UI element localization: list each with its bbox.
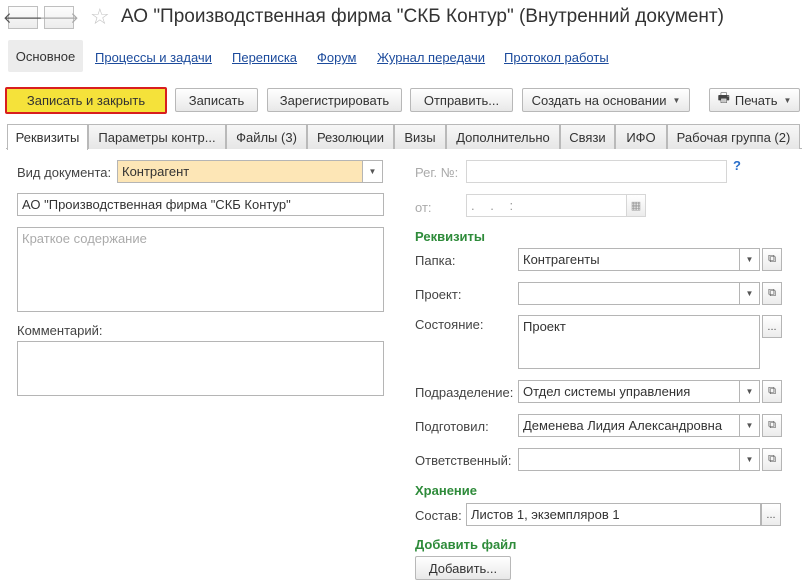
prepared-by-field[interactable]: Деменева Лидия Александровна (518, 414, 740, 437)
division-field[interactable]: Отдел системы управления (518, 380, 740, 403)
create-based-on-label: Создать на основании (531, 92, 667, 108)
tab-additional[interactable]: Дополнительно (446, 124, 560, 149)
composition-field[interactable]: Листов 1, экземпляров 1 (466, 503, 761, 526)
date-label: от: (415, 200, 432, 215)
create-based-on-button[interactable]: Создать на основании ▼ (522, 88, 690, 112)
state-field[interactable]: Проект (518, 315, 760, 369)
add-file-button[interactable]: Добавить... (415, 556, 511, 580)
star-icon[interactable]: ☆ (90, 4, 110, 30)
print-button[interactable]: 🖶 Печать ▼ (709, 88, 800, 112)
folder-dropdown[interactable]: ▼ (740, 248, 760, 271)
tab-ifo[interactable]: ИФО (615, 124, 667, 149)
tab-resolutions[interactable]: Резолюции (307, 124, 394, 149)
arrow-left-icon: 🡐 (2, 10, 44, 27)
save-and-close-button[interactable]: Записать и закрыть (5, 87, 167, 114)
comment-label: Комментарий: (17, 323, 103, 338)
date-field[interactable]: . . : (466, 194, 627, 217)
register-button[interactable]: Зарегистрировать (267, 88, 402, 112)
open-window-icon: ⧉ (768, 453, 776, 465)
composition-select-button[interactable]: ... (761, 503, 781, 526)
division-label: Подразделение: (415, 385, 514, 400)
nav-link-correspondence[interactable]: Переписка (232, 50, 297, 65)
division-dropdown[interactable]: ▼ (740, 380, 760, 403)
open-window-icon: ⧉ (768, 385, 776, 397)
project-field[interactable] (518, 282, 740, 305)
help-icon[interactable]: ? (733, 158, 741, 173)
prepared-by-open-button[interactable]: ⧉ (762, 414, 782, 437)
tab-files[interactable]: Файлы (3) (226, 124, 307, 149)
reg-number-label: Рег. №: (415, 165, 459, 180)
chevron-down-icon: ▼ (745, 255, 754, 264)
chevron-down-icon: ▼ (783, 95, 792, 105)
tab-counterparty-params[interactable]: Параметры контр... (88, 124, 226, 149)
folder-open-button[interactable]: ⧉ (762, 248, 782, 271)
nav-link-processes[interactable]: Процессы и задачи (95, 50, 212, 65)
tab-work-group[interactable]: Рабочая группа (2) (667, 124, 800, 149)
prepared-by-dropdown[interactable]: ▼ (740, 414, 760, 437)
comment-textarea[interactable] (17, 341, 384, 396)
storage-header: Хранение (415, 483, 477, 498)
folder-field[interactable]: Контрагенты (518, 248, 740, 271)
chevron-down-icon: ▼ (745, 455, 754, 464)
nav-link-forum[interactable]: Форум (317, 50, 357, 65)
nav-link-work-log[interactable]: Протокол работы (504, 50, 609, 65)
add-file-header: Добавить файл (415, 537, 517, 552)
doc-type-field[interactable]: Контрагент (117, 160, 363, 183)
responsible-dropdown[interactable]: ▼ (740, 448, 760, 471)
project-open-button[interactable]: ⧉ (762, 282, 782, 305)
chevron-down-icon: ▼ (745, 387, 754, 396)
tab-visas[interactable]: Визы (394, 124, 446, 149)
chevron-down-icon: ▼ (368, 167, 377, 176)
doc-type-label: Вид документа: (17, 165, 112, 180)
division-open-button[interactable]: ⧉ (762, 380, 782, 403)
prepared-by-label: Подготовил: (415, 419, 489, 434)
state-select-button[interactable]: ... (762, 315, 782, 338)
responsible-field[interactable] (518, 448, 740, 471)
forward-button[interactable]: 🡒 (39, 6, 79, 29)
doc-type-dropdown[interactable]: ▼ (363, 160, 383, 183)
open-window-icon: ⧉ (768, 253, 776, 265)
send-button[interactable]: Отправить... (410, 88, 513, 112)
tab-links[interactable]: Связи (560, 124, 615, 149)
chevron-down-icon: ▼ (672, 95, 681, 105)
composition-label: Состав: (415, 508, 462, 523)
ellipsis-icon: ... (766, 508, 776, 521)
print-label: Печать (734, 92, 778, 108)
calendar-icon[interactable]: ▦ (626, 194, 646, 217)
ellipsis-icon: ... (767, 320, 777, 333)
arrow-right-icon: 🡒 (38, 10, 80, 27)
document-name-field[interactable]: АО "Производственная фирма "СКБ Контур" (17, 193, 384, 216)
project-label: Проект: (415, 287, 462, 302)
project-dropdown[interactable]: ▼ (740, 282, 760, 305)
tab-requisites[interactable]: Реквизиты (7, 124, 88, 150)
reg-number-field[interactable] (466, 160, 727, 183)
state-label: Состояние: (415, 317, 484, 332)
open-window-icon: ⧉ (768, 419, 776, 431)
back-button[interactable]: 🡐 (3, 6, 43, 29)
chevron-down-icon: ▼ (745, 289, 754, 298)
summary-textarea[interactable]: Краткое содержание (17, 227, 384, 312)
printer-icon: 🖶 (717, 90, 730, 105)
summary-placeholder: Краткое содержание (22, 231, 147, 246)
folder-label: Папка: (415, 253, 456, 268)
window-title: АО "Производственная фирма "СКБ Контур" … (121, 6, 724, 27)
responsible-label: Ответственный: (415, 453, 512, 468)
responsible-open-button[interactable]: ⧉ (762, 448, 782, 471)
requisites-header: Реквизиты (415, 229, 485, 244)
save-button[interactable]: Записать (175, 88, 258, 112)
open-window-icon: ⧉ (768, 287, 776, 299)
chevron-down-icon: ▼ (745, 421, 754, 430)
nav-main[interactable]: Основное (8, 40, 83, 72)
nav-link-transfer-log[interactable]: Журнал передачи (377, 50, 485, 65)
